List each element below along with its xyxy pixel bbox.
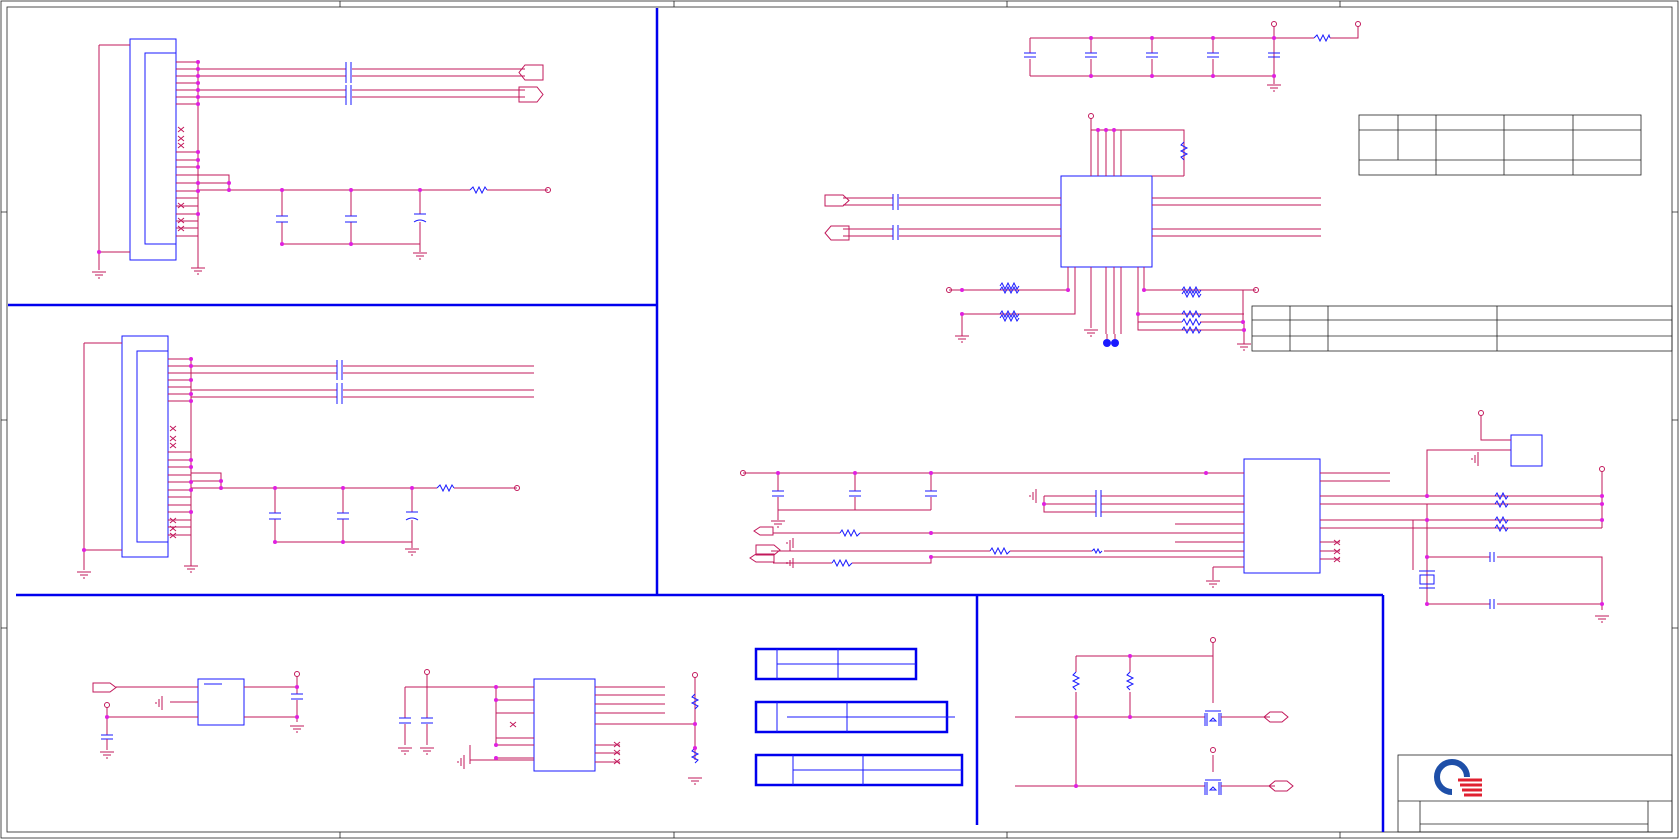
ground-icon xyxy=(413,252,427,260)
test-point-icon xyxy=(1111,339,1119,347)
capacitor-icon xyxy=(399,717,433,724)
ground-icon xyxy=(184,565,198,573)
ground-icon xyxy=(1206,580,1220,588)
sheet-border xyxy=(0,0,1679,839)
capacitor-icon xyxy=(336,360,343,404)
level-shifter-block xyxy=(1015,637,1294,795)
connector-icon xyxy=(753,526,774,536)
capacitor-icon xyxy=(269,511,419,521)
title-block xyxy=(1397,754,1673,833)
connector-icon xyxy=(824,194,850,207)
ground-icon xyxy=(955,329,1251,351)
decoupling-row xyxy=(1024,21,1361,92)
ground-icon xyxy=(100,696,304,759)
ground-icon xyxy=(191,267,205,275)
resistor-icon xyxy=(1494,491,1509,533)
ground-icon xyxy=(77,571,91,579)
mosfet-icon xyxy=(1204,779,1222,795)
connector-j2-outer xyxy=(121,335,169,558)
test-point-icon xyxy=(1103,339,1111,347)
strap-tables xyxy=(754,647,964,787)
capacitor-icon xyxy=(1095,490,1102,517)
eeprom-block xyxy=(398,669,702,785)
resistor-icon xyxy=(469,185,488,195)
ground-icon xyxy=(688,777,702,785)
table-1 xyxy=(1358,114,1642,176)
ground-icon xyxy=(771,520,785,528)
connector-icon xyxy=(92,682,117,693)
resistor-icon xyxy=(1313,33,1331,43)
ground-icon xyxy=(1029,489,1037,503)
ground-icon xyxy=(92,271,106,279)
schematic-sheet xyxy=(0,0,1679,839)
ground-icon xyxy=(1471,452,1479,466)
regulator-block xyxy=(92,671,304,759)
ground-icon xyxy=(1267,84,1281,92)
connector-icon xyxy=(824,225,850,241)
capacitor-icon xyxy=(345,62,352,105)
connector-icon xyxy=(518,64,544,81)
connector-block-2 xyxy=(77,335,534,579)
connector-j1-outer xyxy=(129,38,177,261)
connector-icon xyxy=(518,86,544,103)
connector-block-1 xyxy=(92,38,551,279)
capacitor-icon xyxy=(772,490,937,497)
ic-icon xyxy=(1243,458,1321,574)
main-ic-block xyxy=(824,113,1321,351)
table-2 xyxy=(1251,305,1673,352)
ic-icon xyxy=(197,678,245,726)
capacitor-icon xyxy=(1489,552,1495,609)
mosfet-icon xyxy=(1204,710,1222,726)
capacitor-icon xyxy=(1024,52,1280,58)
connector-j1-inner xyxy=(144,52,177,245)
resistor-icon xyxy=(831,528,1103,568)
company-logo-icon xyxy=(1434,759,1482,797)
second-ic-block xyxy=(740,410,1609,623)
ground-icon xyxy=(398,747,465,769)
ic-icon xyxy=(533,678,596,772)
resistor-icon xyxy=(436,483,455,493)
ic-icon xyxy=(1510,434,1543,467)
resistor-icon xyxy=(1071,671,1135,691)
ic-icon xyxy=(1060,175,1153,268)
connector-j2-inner xyxy=(136,350,169,543)
capacitor-icon xyxy=(892,194,899,240)
ground-icon xyxy=(405,548,419,556)
ground-icon xyxy=(1595,615,1609,623)
